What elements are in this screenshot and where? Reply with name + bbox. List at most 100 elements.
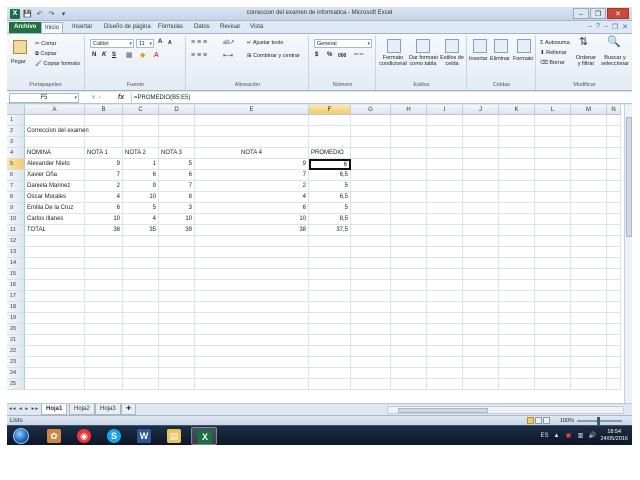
value-cell-r9-c5[interactable]: 5	[309, 203, 351, 214]
empty-cell[interactable]	[351, 192, 391, 203]
empty-cell[interactable]	[499, 269, 535, 280]
empty-cell[interactable]	[499, 335, 535, 346]
empty-cell[interactable]	[535, 291, 571, 302]
sheet-nav-arrows[interactable]: ◂◂ ◂ ▸ ▸▸	[9, 406, 39, 412]
empty-cell[interactable]	[571, 258, 607, 269]
header-cell-3[interactable]: NOTA 3	[159, 148, 195, 159]
empty-cell[interactable]	[535, 115, 571, 126]
empty-cell[interactable]	[159, 280, 195, 291]
row-header-24[interactable]: 24	[7, 368, 25, 379]
row-header-3[interactable]: 3	[7, 137, 25, 148]
align-top-icon[interactable]: ≡ ≡ ≡	[191, 39, 207, 47]
borders-icon[interactable]: ▦	[126, 52, 133, 60]
empty-cell[interactable]	[123, 324, 159, 335]
value-cell-r11-c3[interactable]: 39	[159, 225, 195, 236]
autosum-button[interactable]: Σ Autosuma	[540, 39, 570, 47]
empty-cell[interactable]	[463, 335, 499, 346]
row-header-20[interactable]: 20	[7, 324, 25, 335]
value-cell-r10-c2[interactable]: 4	[123, 214, 159, 225]
empty-cell[interactable]	[309, 115, 351, 126]
value-cell-r7-c5[interactable]: 5	[309, 181, 351, 192]
empty-cell[interactable]	[391, 170, 427, 181]
tab-home[interactable]: Inicio	[41, 22, 64, 33]
empty-cell[interactable]	[25, 291, 85, 302]
empty-cell[interactable]	[571, 170, 607, 181]
empty-cell[interactable]	[535, 236, 571, 247]
header-cell-0[interactable]: NOMINA	[25, 148, 85, 159]
row-header-13[interactable]: 13	[7, 247, 25, 258]
taskbar-app-skype[interactable]: S	[101, 427, 127, 445]
empty-cell[interactable]	[499, 291, 535, 302]
format-as-table-icon[interactable]	[416, 39, 430, 53]
empty-cell[interactable]	[571, 313, 607, 324]
taskbar-app-word[interactable]: W	[131, 427, 157, 445]
format-cells-button[interactable]: Formato	[513, 55, 533, 63]
show-hidden-icons-icon[interactable]: ▲	[552, 432, 560, 440]
empty-cell[interactable]	[195, 115, 309, 126]
delete-cells-button[interactable]: Eliminar	[490, 55, 510, 63]
find-select-button[interactable]: Buscar y seleccionar	[599, 55, 631, 67]
empty-cell[interactable]	[535, 159, 571, 170]
empty-cell[interactable]	[391, 236, 427, 247]
clock[interactable]: 18:54 24/05/2016	[600, 429, 628, 443]
row-header-2[interactable]: 2	[7, 126, 25, 137]
empty-cell[interactable]	[463, 291, 499, 302]
empty-cell[interactable]	[463, 159, 499, 170]
empty-cell[interactable]	[571, 302, 607, 313]
cell-styles-icon[interactable]	[445, 39, 459, 53]
empty-cell[interactable]	[571, 357, 607, 368]
empty-cell[interactable]	[499, 170, 535, 181]
row-header-11[interactable]: 11	[7, 225, 25, 236]
value-cell-r11-c5[interactable]: 37,5	[309, 225, 351, 236]
value-cell-r5-c4[interactable]: 9	[195, 159, 309, 170]
antivirus-icon[interactable]: ▣	[564, 432, 572, 440]
empty-cell[interactable]	[463, 368, 499, 379]
empty-cell[interactable]	[607, 302, 621, 313]
row-header-17[interactable]: 17	[7, 291, 25, 302]
value-cell-r8-c5[interactable]: 6,5	[309, 192, 351, 203]
empty-cell[interactable]	[391, 291, 427, 302]
empty-cell[interactable]	[571, 159, 607, 170]
empty-cell[interactable]	[535, 148, 571, 159]
empty-cell[interactable]	[499, 313, 535, 324]
empty-cell[interactable]	[351, 302, 391, 313]
empty-cell[interactable]	[159, 236, 195, 247]
empty-cell[interactable]	[607, 225, 621, 236]
empty-cell[interactable]	[391, 214, 427, 225]
empty-cell[interactable]	[159, 357, 195, 368]
empty-cell[interactable]	[25, 313, 85, 324]
name-cell-r11-c0[interactable]: TOTAL	[25, 225, 85, 236]
empty-cell[interactable]	[607, 291, 621, 302]
empty-cell[interactable]	[391, 203, 427, 214]
empty-cell[interactable]	[391, 258, 427, 269]
page-break-view-button[interactable]	[543, 417, 550, 424]
name-box[interactable]: F5 ▾	[9, 93, 79, 103]
row-header-19[interactable]: 19	[7, 313, 25, 324]
empty-cell[interactable]	[391, 302, 427, 313]
empty-cell[interactable]	[309, 368, 351, 379]
empty-cell[interactable]	[427, 225, 463, 236]
empty-cell[interactable]	[391, 159, 427, 170]
sort-filter-icon[interactable]: ⇅	[579, 37, 588, 48]
header-cell-1[interactable]: NOTA 1	[85, 148, 123, 159]
value-cell-r5-c5[interactable]: 6	[309, 159, 351, 170]
empty-cell[interactable]	[195, 126, 309, 137]
empty-cell[interactable]	[25, 379, 85, 390]
empty-cell[interactable]	[607, 247, 621, 258]
cell-styles-button[interactable]: Estilos de celda	[439, 55, 465, 67]
value-cell-r6-c5[interactable]: 6,5	[309, 170, 351, 181]
value-cell-r8-c3[interactable]: 8	[159, 192, 195, 203]
empty-cell[interactable]	[463, 148, 499, 159]
zoom-level[interactable]: 100%	[560, 417, 574, 425]
empty-cell[interactable]	[391, 181, 427, 192]
network-icon[interactable]: ▥	[576, 432, 584, 440]
empty-cell[interactable]	[351, 368, 391, 379]
delete-cells-icon[interactable]	[494, 39, 508, 53]
empty-cell[interactable]	[25, 236, 85, 247]
empty-cell[interactable]	[351, 170, 391, 181]
empty-cell[interactable]	[499, 357, 535, 368]
shrink-font-button[interactable]: A	[168, 40, 172, 46]
empty-cell[interactable]	[571, 280, 607, 291]
empty-cell[interactable]	[427, 258, 463, 269]
empty-cell[interactable]	[535, 357, 571, 368]
